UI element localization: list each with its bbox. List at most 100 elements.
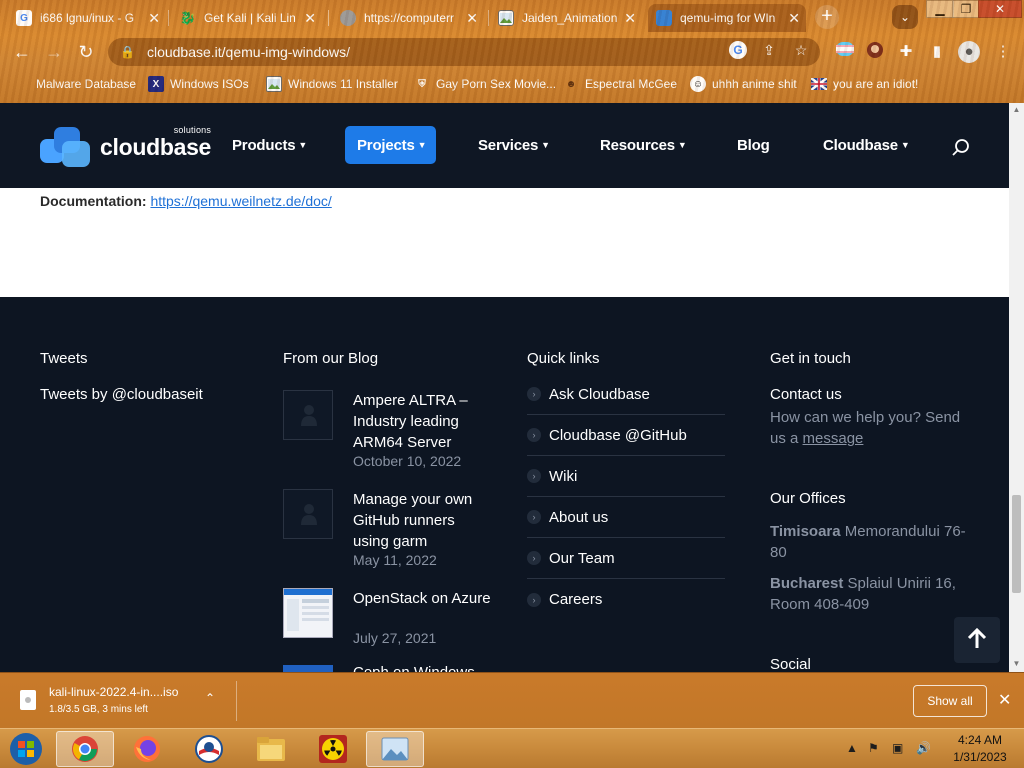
bookmark-you-are-an-idiot[interactable]: you are an idiot!: [811, 74, 918, 94]
blog-post-title[interactable]: Manage your own GitHub runners using gar…: [353, 489, 493, 552]
taskbar-firefox[interactable]: [118, 731, 176, 767]
logo-wordmark: cloudbase: [100, 133, 212, 160]
quick-link-ask-cloudbase[interactable]: › Ask Cloudbase: [527, 374, 725, 415]
cloudbase-cubes-icon: [40, 127, 94, 167]
minimize-button[interactable]: ▁: [926, 0, 954, 18]
blog-post[interactable]: Ampere ALTRA – Industry leading ARM64 Se…: [283, 390, 503, 470]
side-panel-icon[interactable]: ▮: [926, 41, 948, 63]
quick-link-careers[interactable]: › Careers: [527, 579, 725, 620]
tab-close-icon[interactable]: ✕: [148, 10, 160, 27]
close-icon[interactable]: ✕: [998, 690, 1011, 710]
extension-avatar-icon[interactable]: [864, 41, 886, 63]
tab-close-icon[interactable]: ✕: [788, 10, 800, 27]
bookmark-windows-isos[interactable]: X Windows ISOs: [148, 74, 249, 94]
reload-button[interactable]: ↻: [74, 40, 98, 64]
share-icon[interactable]: ⇪: [760, 41, 778, 59]
new-tab-button[interactable]: +: [815, 5, 839, 29]
tweets-by-link[interactable]: Tweets by @cloudbaseit: [40, 386, 203, 403]
blog-thumbnail-screenshot: [283, 588, 333, 638]
bookmark-anime[interactable]: ☺ uhhh anime shit: [690, 74, 797, 94]
blog-post[interactable]: Manage your own GitHub runners using gar…: [283, 489, 503, 569]
blog-heading: From our Blog: [283, 350, 379, 367]
tab-close-icon[interactable]: ✕: [466, 10, 478, 27]
tab-computer[interactable]: https://computerr ✕: [332, 4, 484, 32]
nav-resources[interactable]: Resources ▼: [588, 126, 699, 164]
tab-kali[interactable]: 🐉 Get Kali | Kali Lin ✕: [172, 4, 322, 32]
nav-products[interactable]: Products ▼: [220, 126, 319, 164]
page-scrollbar[interactable]: ▲ ▼: [1009, 103, 1024, 672]
quick-link-about-us[interactable]: › About us: [527, 497, 725, 538]
quick-link-our-team[interactable]: › Our Team: [527, 538, 725, 579]
bookmark-espectral-mcgee[interactable]: ☻ Espectral McGee: [563, 74, 677, 94]
bookmark-windows-11-installer[interactable]: Windows 11 Installer: [266, 74, 398, 94]
menu-kebab-icon[interactable]: ⋮: [992, 41, 1014, 63]
restore-button[interactable]: ❐: [952, 0, 980, 18]
extension-flag-icon[interactable]: [834, 41, 856, 63]
download-filename[interactable]: kali-linux-2022.4-in....iso: [49, 685, 178, 699]
back-button[interactable]: ←: [10, 40, 34, 64]
image-file-icon: [498, 10, 514, 26]
tab-close-icon[interactable]: ✕: [304, 10, 316, 27]
chevron-up-icon[interactable]: ⌃: [205, 691, 215, 705]
action-center-flag-icon[interactable]: ⚑: [868, 741, 879, 755]
back-to-top-button[interactable]: [954, 617, 1000, 663]
blog-post[interactable]: Ceph on Windows: [283, 662, 503, 672]
google-g-icon: G: [16, 10, 32, 26]
our-offices-heading: Our Offices: [770, 490, 846, 507]
tab-close-icon[interactable]: ✕: [624, 10, 636, 27]
blog-post-title[interactable]: Ceph on Windows: [353, 662, 493, 672]
taskbar-obama-app[interactable]: [180, 731, 238, 767]
bookmark-star-icon[interactable]: ☆: [792, 41, 810, 59]
quick-links-heading: Quick links: [527, 350, 600, 367]
tab-qemu-img[interactable]: qemu-img for WIn ✕: [648, 4, 806, 32]
cloudbase-logo[interactable]: cloudbase solutions: [40, 125, 212, 167]
blog-post-title[interactable]: OpenStack on Azure: [353, 588, 493, 609]
documentation-link[interactable]: https://qemu.weilnetz.de/doc/: [150, 193, 331, 209]
taskbar-chrome[interactable]: [56, 731, 114, 767]
show-hidden-icons-icon[interactable]: ▲: [846, 741, 858, 755]
tab-google-search[interactable]: G i686 lgnu/inux - G ✕: [8, 4, 166, 32]
scroll-up-arrow-icon[interactable]: ▲: [1012, 105, 1021, 114]
google-lens-icon[interactable]: G: [729, 41, 747, 59]
folder-icon: [257, 737, 285, 761]
blog-post-title[interactable]: Ampere ALTRA – Industry leading ARM64 Se…: [353, 390, 493, 453]
start-button[interactable]: [0, 731, 52, 767]
nav-blog[interactable]: Blog: [725, 126, 782, 164]
taskbar-file-explorer[interactable]: [242, 731, 300, 767]
address-bar[interactable]: 🔒 cloudbase.it/qemu-img-windows/: [108, 38, 820, 66]
nav-services[interactable]: Services ▼: [466, 126, 562, 164]
blog-thumbnail: [283, 665, 333, 672]
nav-projects[interactable]: Projects ▼: [345, 126, 436, 164]
system-clock[interactable]: 4:24 AM 1/31/2023: [950, 732, 1010, 766]
show-all-button[interactable]: Show all: [913, 685, 987, 717]
close-window-button[interactable]: ✕: [978, 0, 1022, 18]
browser-chrome: G i686 lgnu/inux - G ✕ 🐉 Get Kali | Kali…: [0, 0, 1024, 103]
chevron-down-icon: ▼: [541, 140, 550, 150]
taskbar-radiation-app[interactable]: [304, 731, 362, 767]
blog-post[interactable]: OpenStack on Azure July 27, 2021: [283, 588, 503, 648]
scrollbar-thumb[interactable]: [1012, 495, 1021, 593]
tweets-heading: Tweets: [40, 350, 88, 367]
shield-logo-icon: ⛨: [418, 78, 426, 90]
person-placeholder-icon: [301, 504, 317, 525]
chevron-down-icon: ▼: [417, 140, 427, 150]
scroll-down-arrow-icon[interactable]: ▼: [1012, 659, 1021, 668]
tab-search-button[interactable]: ⌄: [892, 5, 918, 29]
quick-link-github[interactable]: › Cloudbase @GitHub: [527, 415, 725, 456]
search-icon[interactable]: [951, 138, 971, 158]
volume-icon[interactable]: 🔊: [916, 741, 931, 755]
tab-jaiden[interactable]: Jaiden_Animation ✕: [490, 4, 642, 32]
bookmark-malware-database[interactable]: Malware Database: [14, 74, 136, 94]
taskbar-image-viewer[interactable]: [366, 731, 424, 767]
network-icon[interactable]: ▣: [892, 741, 903, 755]
blog-thumbnail: [283, 390, 333, 440]
extensions-puzzle-icon[interactable]: ✚: [895, 41, 917, 63]
chevron-right-icon: ›: [527, 510, 541, 524]
profile-icon[interactable]: ●: [958, 41, 980, 63]
bookmark-gay-porn-sex-movie[interactable]: ⛨ Gay Porn Sex Movie...: [414, 74, 556, 94]
forward-button[interactable]: →: [42, 40, 66, 64]
content-area: Documentation: https://qemu.weilnetz.de/…: [0, 188, 1009, 297]
message-link[interactable]: message: [803, 430, 864, 447]
nav-cloudbase[interactable]: Cloudbase ▼: [811, 126, 922, 164]
quick-link-wiki[interactable]: › Wiki: [527, 456, 725, 497]
